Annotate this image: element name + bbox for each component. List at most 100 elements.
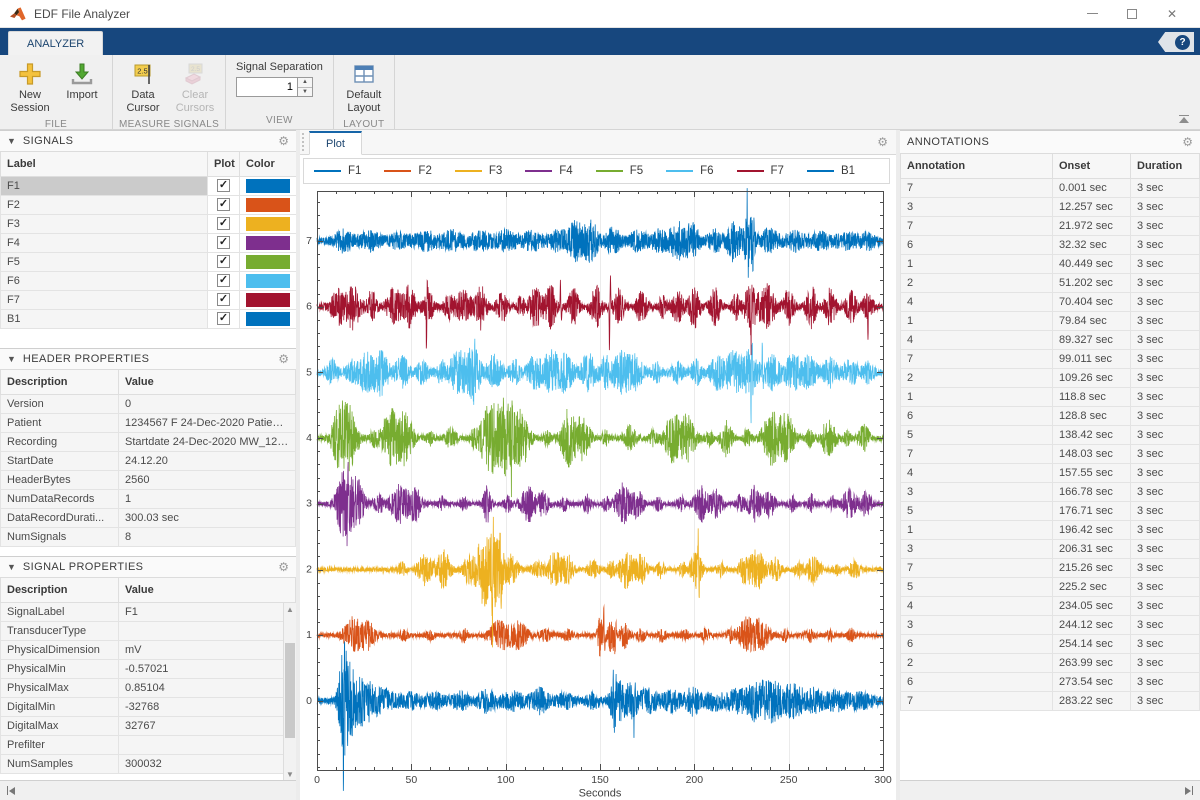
signal-row[interactable]: F5✓ [1,252,297,271]
signals-col-color[interactable]: Color [240,152,297,176]
gear-icon[interactable]: ⚙ [278,135,289,147]
annotation-row[interactable]: 721.972 sec3 sec [901,216,1200,235]
property-value[interactable]: 8 [119,527,296,546]
signal-row[interactable]: F7✓ [1,290,297,309]
sprops-col-description[interactable]: Description [1,578,119,602]
property-value[interactable]: 24.12.20 [119,451,296,470]
property-value[interactable]: 32767 [119,716,296,735]
annotation-row[interactable]: 2263.99 sec3 sec [901,653,1200,672]
legend-entry[interactable]: F1 [314,165,361,177]
collapse-caret-icon[interactable]: ▼ [7,562,16,572]
property-value[interactable]: 300032 [119,754,296,773]
annotation-row[interactable]: 7148.03 sec3 sec [901,444,1200,463]
annotation-row[interactable]: 7283.22 sec3 sec [901,691,1200,710]
default-layout-button[interactable]: Default Layout [338,59,390,117]
annotation-row[interactable]: 4234.05 sec3 sec [901,596,1200,615]
legend-entry[interactable]: F7 [737,165,784,177]
signal-property-row[interactable]: NumSamples300032 [1,754,296,773]
color-swatch[interactable] [246,274,290,288]
plot-checkbox[interactable]: ✓ [217,236,230,249]
header-property-row[interactable]: NumDataRecords1 [1,489,296,508]
header-property-row[interactable]: Version0 [1,394,296,413]
annotation-row[interactable]: 6254.14 sec3 sec [901,634,1200,653]
signal-label[interactable]: F1 [1,176,208,195]
legend-entry[interactable]: F4 [525,165,572,177]
signal-label[interactable]: F2 [1,195,208,214]
property-value[interactable]: 1 [119,489,296,508]
collapse-caret-icon[interactable]: ▼ [7,354,16,364]
sprops-col-value[interactable]: Value [119,578,296,602]
collapse-caret-icon[interactable]: ▼ [7,136,16,146]
drag-grip-icon[interactable] [302,133,307,151]
gear-icon[interactable]: ⚙ [877,135,888,149]
annotation-row[interactable]: 312.257 sec3 sec [901,197,1200,216]
signal-property-row[interactable]: PhysicalMin-0.57021 [1,659,296,678]
scroll-down-icon[interactable]: ▼ [284,768,296,780]
spinner-up-button[interactable]: ▲ [298,78,312,88]
annotation-row[interactable]: 6128.8 sec3 sec [901,406,1200,425]
annotation-row[interactable]: 6273.54 sec3 sec [901,672,1200,691]
property-value[interactable]: 300.03 sec [119,508,296,527]
collapse-panel-left-button[interactable] [7,786,15,795]
signal-property-row[interactable]: DigitalMin-32768 [1,697,296,716]
color-swatch[interactable] [246,293,290,307]
close-button[interactable]: ✕ [1152,1,1192,27]
signal-label[interactable]: F3 [1,214,208,233]
signal-property-row[interactable]: Prefilter [1,735,296,754]
annotation-row[interactable]: 1118.8 sec3 sec [901,387,1200,406]
color-swatch[interactable] [246,198,290,212]
legend-entry[interactable]: F2 [384,165,431,177]
annotation-row[interactable]: 4157.55 sec3 sec [901,463,1200,482]
header-property-row[interactable]: NumSignals8 [1,527,296,546]
annotation-row[interactable]: 179.84 sec3 sec [901,311,1200,330]
plot-checkbox[interactable]: ✓ [217,217,230,230]
collapse-ribbon-button[interactable] [1178,115,1190,123]
plot-checkbox[interactable]: ✓ [217,255,230,268]
plot-checkbox[interactable]: ✓ [217,274,230,287]
annotation-row[interactable]: 3206.31 sec3 sec [901,539,1200,558]
annotations-col-duration[interactable]: Duration [1131,154,1200,178]
annotation-row[interactable]: 5138.42 sec3 sec [901,425,1200,444]
tab-analyzer[interactable]: ANALYZER [8,31,103,55]
annotation-row[interactable]: 2109.26 sec3 sec [901,368,1200,387]
header-property-row[interactable]: RecordingStartdate 24-Dec-2020 MW_123456… [1,432,296,451]
annotation-row[interactable]: 5225.2 sec3 sec [901,577,1200,596]
signal-separation-input[interactable] [236,77,298,97]
legend-entry[interactable]: F6 [666,165,713,177]
annotation-row[interactable]: 140.449 sec3 sec [901,254,1200,273]
signal-row[interactable]: F3 ✓ [1,214,297,233]
property-value[interactable] [119,621,296,640]
signal-label[interactable]: F7 [1,290,208,309]
scrollbar-thumb[interactable] [285,643,295,738]
property-value[interactable]: Startdate 24-Dec-2020 MW_1234567 MW_Inv.… [119,432,296,451]
property-value[interactable]: 2560 [119,470,296,489]
header-property-row[interactable]: HeaderBytes2560 [1,470,296,489]
help-button[interactable]: ? [1158,32,1194,52]
import-button[interactable]: Import [56,59,108,104]
signal-plot-canvas[interactable] [300,184,896,800]
gear-icon[interactable]: ⚙ [278,561,289,573]
legend-entry[interactable]: F3 [455,165,502,177]
signal-property-row[interactable]: TransducerType [1,621,296,640]
signal-row[interactable]: F6✓ [1,271,297,290]
hprops-col-description[interactable]: Description [1,370,119,394]
header-property-row[interactable]: StartDate24.12.20 [1,451,296,470]
property-value[interactable]: F1 [119,602,296,621]
vertical-scrollbar[interactable]: ▲ ▼ [283,603,296,780]
tab-plot[interactable]: Plot [309,131,362,155]
color-swatch[interactable] [246,255,290,269]
color-swatch[interactable] [246,236,290,250]
plot-checkbox[interactable]: ✓ [217,198,230,211]
annotation-row[interactable]: 799.011 sec3 sec [901,349,1200,368]
property-value[interactable]: 1234567 F 24-Dec-2020 Patient_1 [119,413,296,432]
signals-col-plot[interactable]: Plot [208,152,240,176]
signal-label[interactable]: F4 [1,233,208,252]
annotation-row[interactable]: 70.001 sec3 sec [901,178,1200,197]
signal-row[interactable]: F1✓ [1,176,297,195]
legend-entry[interactable]: F5 [596,165,643,177]
signal-label[interactable]: B1 [1,309,208,328]
annotation-row[interactable]: 1196.42 sec3 sec [901,520,1200,539]
signal-property-row[interactable]: DigitalMax32767 [1,716,296,735]
data-cursor-button[interactable]: 2.5 Data Cursor [117,59,169,117]
scroll-up-icon[interactable]: ▲ [284,603,296,615]
